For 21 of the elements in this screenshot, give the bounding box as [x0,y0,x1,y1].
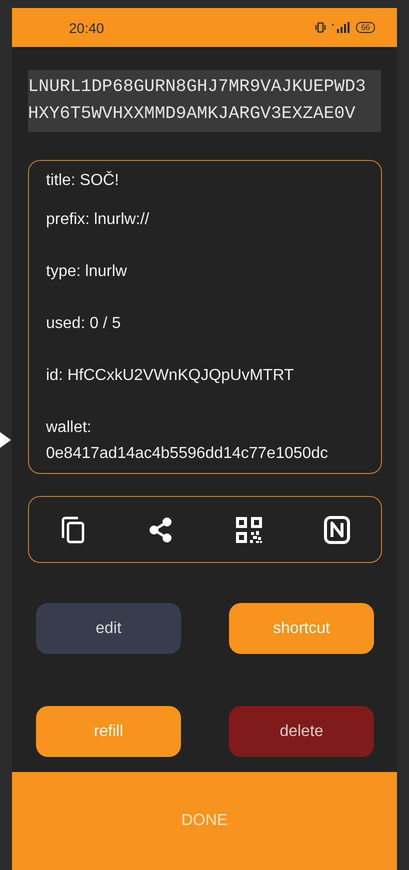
delete-button[interactable]: delete [229,706,374,757]
battery-level: 66 [356,22,375,33]
vibrate-icon [315,22,326,33]
detail-text: title: SOČ! [46,170,120,191]
pointer-icon [0,432,11,448]
signal-icon [332,22,350,33]
action-button[interactable]: shortcut [229,603,374,654]
action-button[interactable]: edit [36,603,181,654]
share-icon[interactable] [148,516,174,542]
detail-text: prefix: lnurlw:// [46,210,150,230]
copy-icon[interactable] [60,516,86,544]
status-time: 20:40 [69,20,106,36]
lnurl-code-box: LNURL1DP68GURN8GHJ7MR9VAJKUEPWD3HXY6T5WVHXXMMD9AMKJARGV3EXZAE0V [28,70,381,132]
detail-text: id: HfCCxkU2VWnKQJQpUvMTRT [46,366,295,386]
detail-text: wallet: 0e8417ad14ac4b5596dd14c77e1050dc [46,418,330,464]
done-button[interactable]: DONE [12,772,397,870]
qr-code-icon[interactable] [236,516,262,542]
action-button[interactable]: refill [36,706,181,757]
detail-text: used: 0 / 5 [46,314,122,334]
detail-text: type: lnurlw [46,262,128,282]
nfc-icon[interactable] [324,516,350,544]
